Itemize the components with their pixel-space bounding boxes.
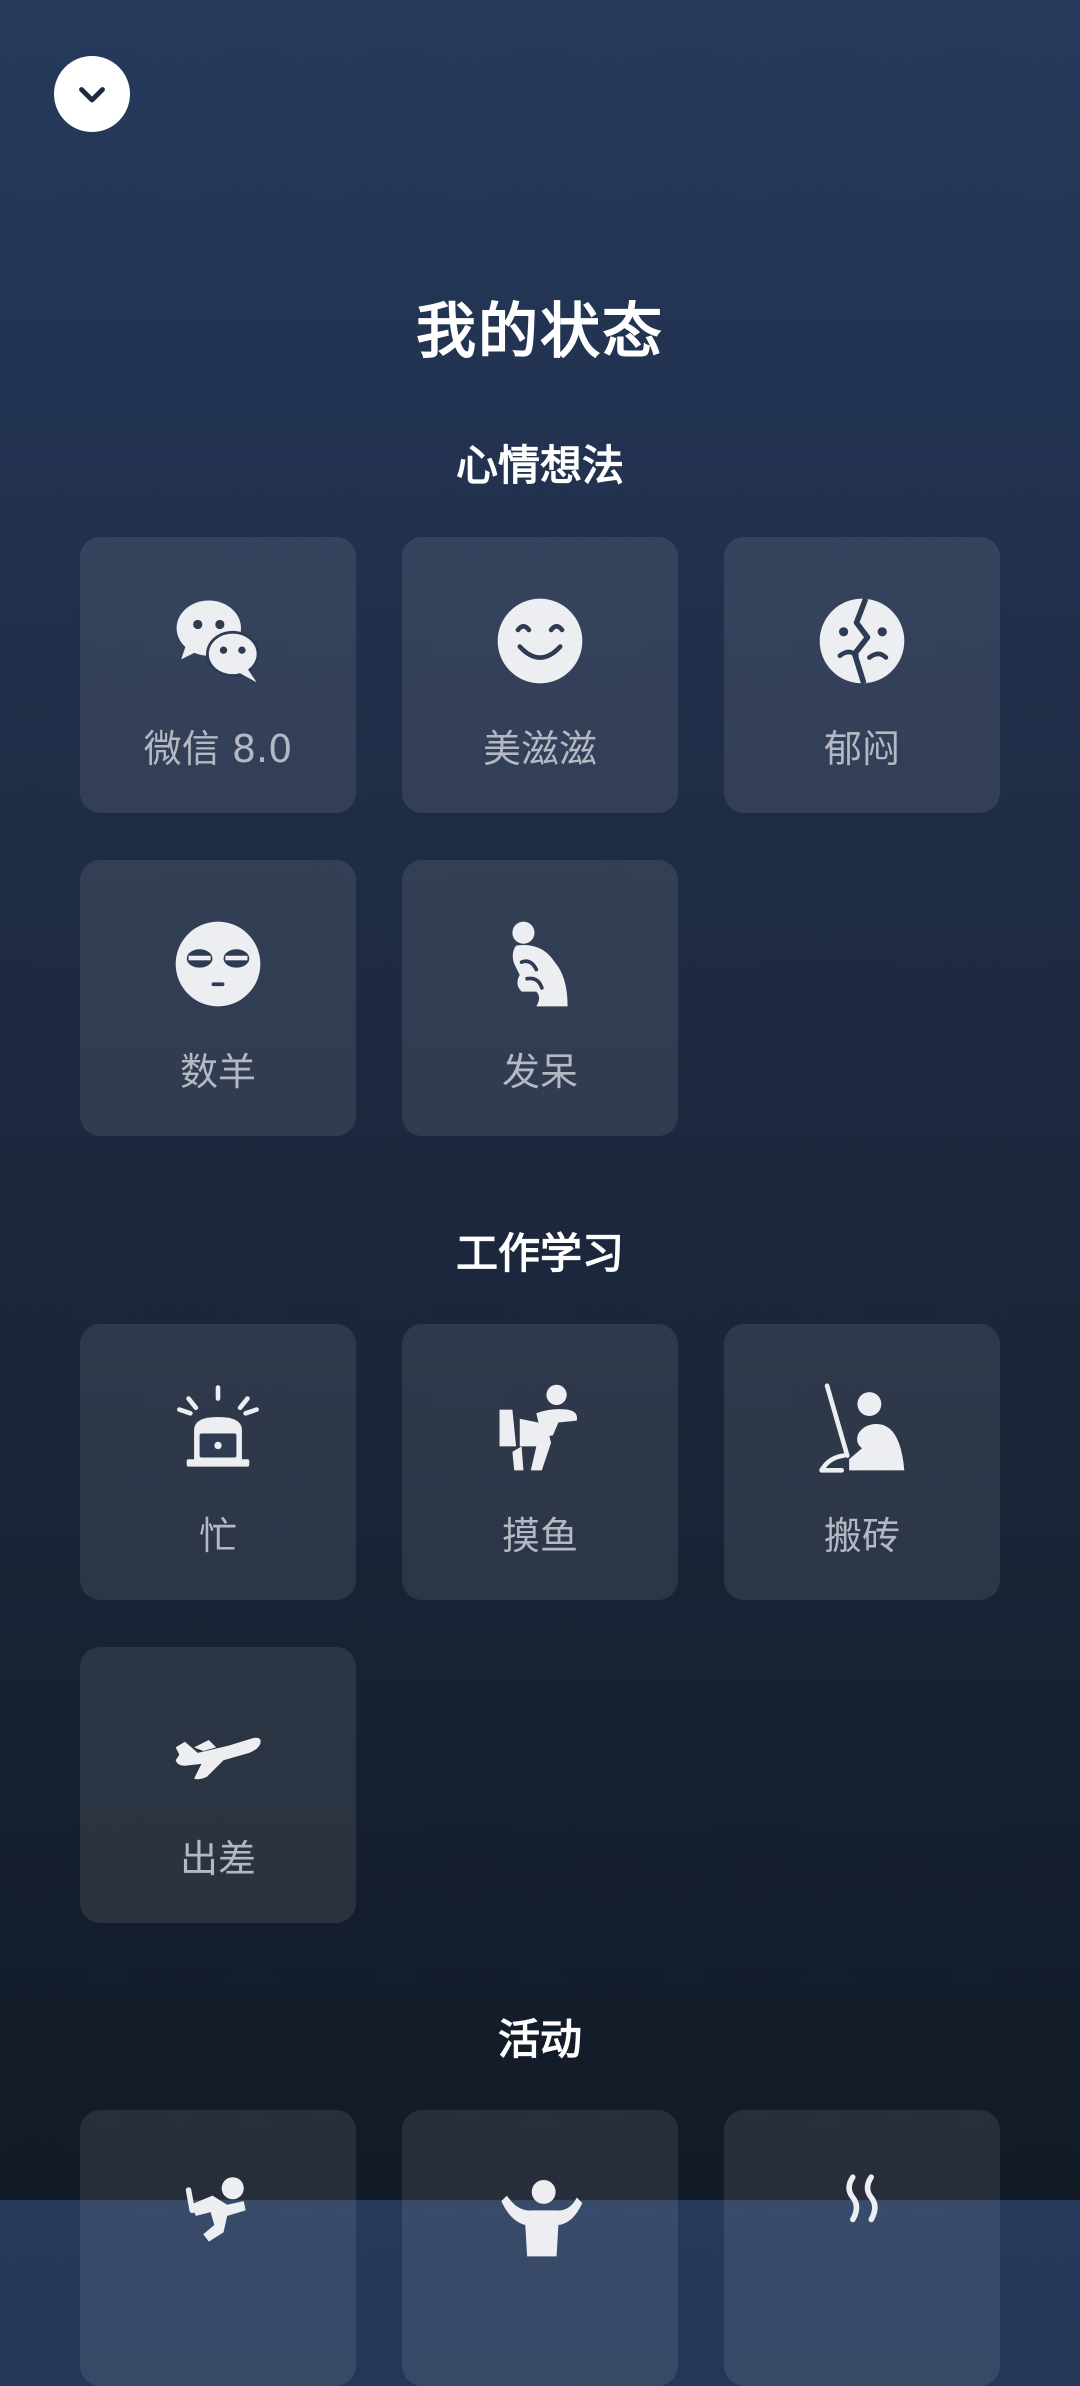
running-person-icon <box>172 2168 264 2260</box>
sleepy-face-icon <box>172 918 264 1010</box>
status-label: 郁闷 <box>823 727 900 771</box>
status-tile-busy[interactable]: 忙 <box>80 1324 356 1600</box>
status-tile-hard-work[interactable]: 搬砖 <box>724 1324 1000 1600</box>
chevron-down-icon <box>79 87 105 103</box>
collapse-button[interactable] <box>54 56 130 132</box>
status-tile-activity-3[interactable] <box>724 2110 1000 2386</box>
status-tile-activity-2[interactable] <box>402 2110 678 2386</box>
status-label: 忙 <box>198 1514 237 1558</box>
status-label: 微信 8.0 <box>143 727 293 771</box>
status-tile-happy[interactable]: 美滋滋 <box>402 537 678 813</box>
steam-icon <box>816 2168 908 2260</box>
status-label: 发呆 <box>501 1050 578 1094</box>
section-title-work: 工作学习 <box>455 1229 624 1278</box>
smile-face-icon <box>494 595 586 687</box>
thinker-icon <box>494 918 586 1010</box>
status-tile-daydream[interactable]: 发呆 <box>402 860 678 1136</box>
status-label: 出差 <box>179 1837 256 1881</box>
section-title-mood: 心情想法 <box>455 441 624 490</box>
slacking-person-icon <box>494 1382 586 1474</box>
cheering-person-icon <box>494 2168 586 2260</box>
page-title: 我的状态 <box>416 297 664 367</box>
status-tile-activity-1[interactable] <box>80 2110 356 2386</box>
status-label: 美滋滋 <box>482 727 597 771</box>
wechat-icon <box>172 595 264 687</box>
broken-face-icon <box>816 595 908 687</box>
status-tile-business-trip[interactable]: 出差 <box>80 1647 356 1923</box>
section-title-activities: 活动 <box>497 2015 582 2064</box>
busy-laptop-icon <box>172 1382 264 1474</box>
status-tile-wechat[interactable]: 微信 8.0 <box>80 537 356 813</box>
status-label: 数羊 <box>179 1050 256 1094</box>
status-label: 搬砖 <box>823 1514 900 1558</box>
status-label: 摸鱼 <box>501 1514 578 1558</box>
airplane-icon <box>172 1705 264 1797</box>
status-tile-counting-sheep[interactable]: 数羊 <box>80 860 356 1136</box>
status-tile-gloomy[interactable]: 郁闷 <box>724 537 1000 813</box>
status-tile-slacking[interactable]: 摸鱼 <box>402 1324 678 1600</box>
worker-person-icon <box>816 1382 908 1474</box>
